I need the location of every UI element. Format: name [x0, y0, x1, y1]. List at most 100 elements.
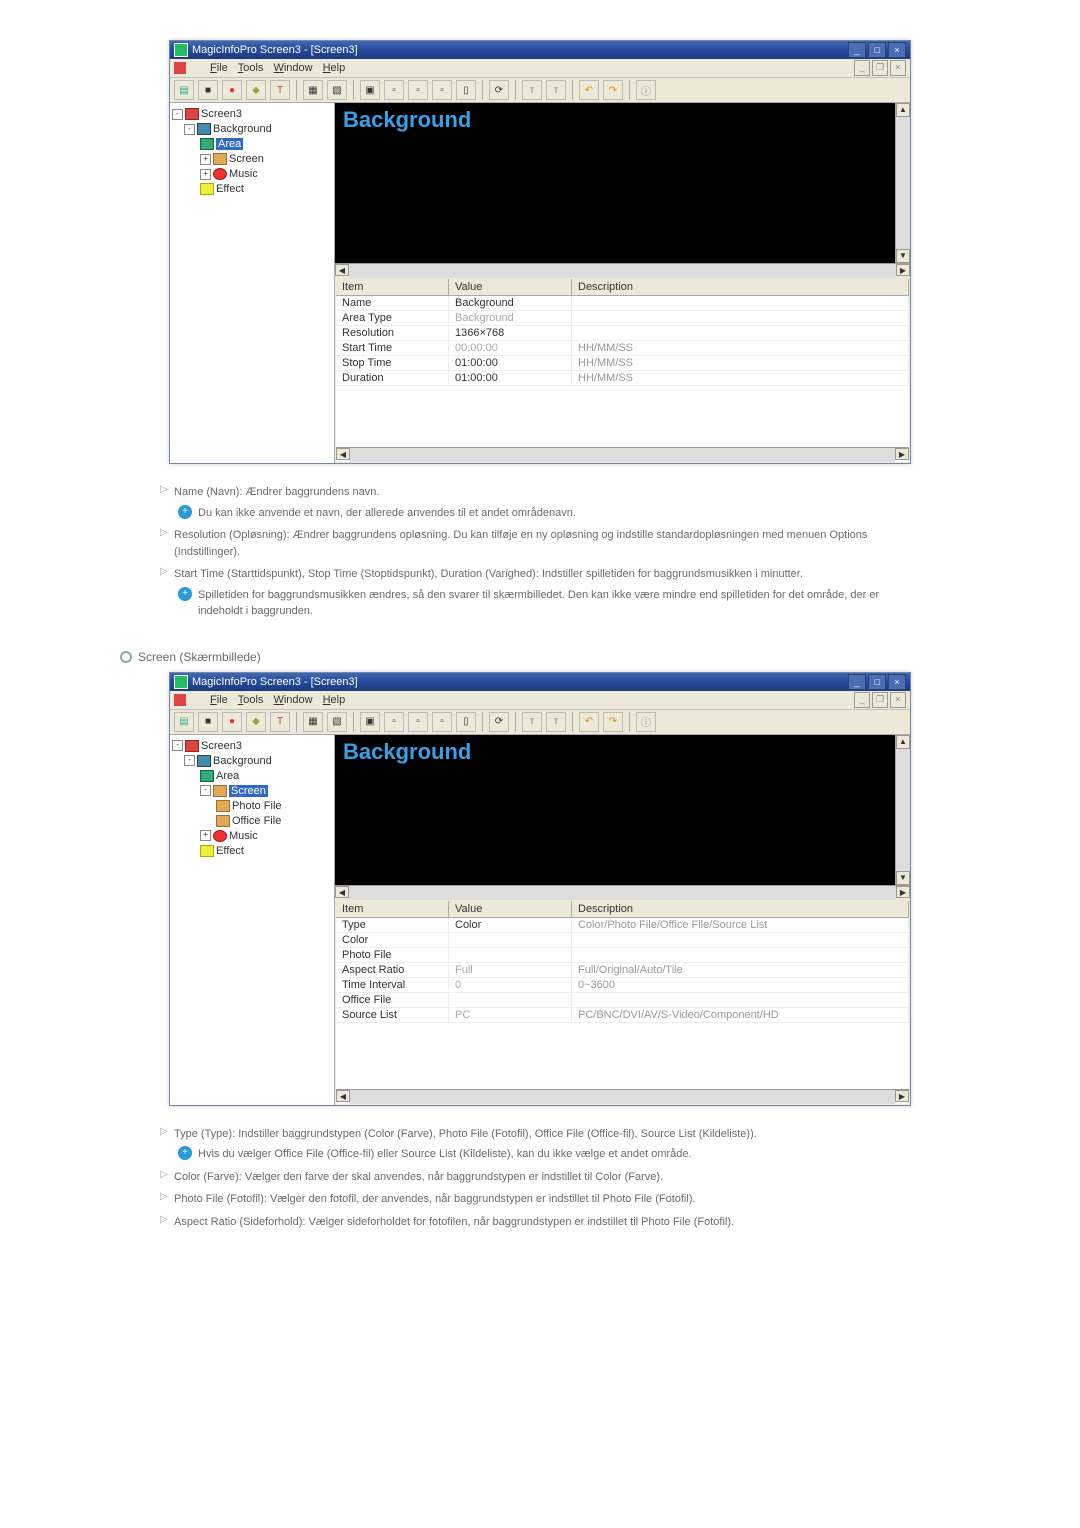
preview-area: Background	[335, 103, 895, 263]
toolbar-icon[interactable]: ▤	[174, 80, 194, 100]
menu-tools[interactable]: Tools	[238, 62, 264, 74]
header-description: Description	[572, 901, 909, 917]
toolbar-icon[interactable]: ᴛ	[546, 712, 566, 732]
menu-file[interactable]: File	[210, 694, 228, 706]
toolbar: ▤ ■ ● ◆ T ▦ ▧ ▣ ▫ ▫ ▫ ▯ ⟳ ᴛ ᴛ ↶ ↷ ⓘ	[170, 78, 910, 103]
toolbar-icon[interactable]: ▦	[303, 712, 323, 732]
tree-area[interactable]: Area	[172, 137, 332, 152]
toolbar-icon[interactable]: ᴛ	[522, 80, 542, 100]
vertical-scrollbar[interactable]: ▲▼	[895, 735, 910, 885]
preview-area: Background	[335, 735, 895, 885]
tree-office-file[interactable]: Office File	[172, 814, 332, 829]
toolbar-icon[interactable]: ▯	[456, 80, 476, 100]
tree-root[interactable]: -Screen3	[172, 107, 332, 122]
mdi-restore-button[interactable]: ❐	[872, 60, 888, 76]
property-row[interactable]: Time Interval00~3600	[336, 978, 909, 993]
property-row[interactable]: Source ListPCPC/BNC/DVI/AV/S-Video/Compo…	[336, 1008, 909, 1023]
property-row[interactable]: Photo File	[336, 948, 909, 963]
toolbar-icon[interactable]: ▦	[303, 80, 323, 100]
menu-help[interactable]: Help	[323, 694, 346, 706]
horizontal-scrollbar[interactable]: ◀▶	[336, 1089, 909, 1104]
property-header: Item Value Description	[336, 279, 909, 296]
toolbar-icon[interactable]: ▣	[360, 712, 380, 732]
toolbar-icon[interactable]: ▣	[360, 80, 380, 100]
horizontal-scrollbar[interactable]: ◀▶	[335, 263, 910, 278]
doc-resolution: ▷ Resolution (Opløsning): Ændrer baggrun…	[160, 527, 920, 560]
toolbar-icon[interactable]: ●	[222, 712, 242, 732]
toolbar-icon[interactable]: ⟳	[489, 712, 509, 732]
plus-icon: +	[178, 587, 192, 601]
menu-tools[interactable]: Tools	[238, 694, 264, 706]
toolbar-icon[interactable]: T	[270, 712, 290, 732]
mdi-close-button[interactable]: ×	[890, 692, 906, 708]
menubar: File Tools Window Help	[190, 694, 345, 706]
redo-icon[interactable]: ↷	[603, 712, 623, 732]
close-button[interactable]: ×	[888, 42, 906, 58]
vertical-scrollbar[interactable]: ▲▼	[895, 103, 910, 263]
redo-icon[interactable]: ↷	[603, 80, 623, 100]
property-row[interactable]: Start Time00:00:00HH/MM/SS	[336, 341, 909, 356]
tree-photo-file[interactable]: Photo File	[172, 799, 332, 814]
horizontal-scrollbar[interactable]: ◀▶	[335, 885, 910, 900]
tree-screen[interactable]: -Screen	[172, 784, 332, 799]
toolbar-icon[interactable]: ▫	[432, 712, 452, 732]
info-icon[interactable]: ⓘ	[636, 712, 656, 732]
minimize-button[interactable]: _	[848, 674, 866, 690]
info-icon[interactable]: ⓘ	[636, 80, 656, 100]
mdi-restore-button[interactable]: ❐	[872, 692, 888, 708]
toolbar-icon[interactable]: ▫	[408, 80, 428, 100]
tree-effect[interactable]: Effect	[172, 844, 332, 859]
menu-file[interactable]: File	[210, 62, 228, 74]
tree-background[interactable]: -Background	[172, 122, 332, 137]
maximize-button[interactable]: □	[868, 42, 886, 58]
mdi-minimize-button[interactable]: _	[854, 692, 870, 708]
close-button[interactable]: ×	[888, 674, 906, 690]
toolbar-icon[interactable]: ▫	[384, 80, 404, 100]
property-row[interactable]: NameBackground	[336, 296, 909, 311]
toolbar-icon[interactable]: ◆	[246, 712, 266, 732]
toolbar-icon[interactable]: ▧	[327, 80, 347, 100]
toolbar-icon[interactable]: ▧	[327, 712, 347, 732]
tree-music[interactable]: +Music	[172, 829, 332, 844]
mdi-minimize-button[interactable]: _	[854, 60, 870, 76]
tree-screen[interactable]: +Screen	[172, 152, 332, 167]
menu-window[interactable]: Window	[273, 62, 312, 74]
property-row[interactable]: TypeColorColor/Photo File/Office File/So…	[336, 918, 909, 933]
toolbar-icon[interactable]: ᴛ	[546, 80, 566, 100]
app-window-1: MagicInfoPro Screen3 - [Screen3] _ □ × F…	[169, 40, 911, 464]
tree-area[interactable]: Area	[172, 769, 332, 784]
menu-window[interactable]: Window	[273, 694, 312, 706]
property-row[interactable]: Duration01:00:00HH/MM/SS	[336, 371, 909, 386]
tree-background[interactable]: -Background	[172, 754, 332, 769]
app-body: -Screen3 -Background Area -Screen Photo …	[170, 735, 910, 1105]
toolbar-icon[interactable]: ▯	[456, 712, 476, 732]
undo-icon[interactable]: ↶	[579, 712, 599, 732]
doc-time-note: + Spilletiden for baggrundsmusikken ændr…	[178, 587, 920, 620]
toolbar-icon[interactable]: ■	[198, 712, 218, 732]
property-row[interactable]: Color	[336, 933, 909, 948]
toolbar-icon[interactable]: ▤	[174, 712, 194, 732]
property-row[interactable]: Resolution1366×768	[336, 326, 909, 341]
toolbar-icon[interactable]: ■	[198, 80, 218, 100]
toolbar-icon[interactable]: ◆	[246, 80, 266, 100]
toolbar-icon[interactable]: ⟳	[489, 80, 509, 100]
maximize-button[interactable]: □	[868, 674, 886, 690]
toolbar-icon[interactable]: T	[270, 80, 290, 100]
property-row[interactable]: Area TypeBackground	[336, 311, 909, 326]
toolbar-icon[interactable]: ▫	[432, 80, 452, 100]
undo-icon[interactable]: ↶	[579, 80, 599, 100]
minimize-button[interactable]: _	[848, 42, 866, 58]
mdi-close-button[interactable]: ×	[890, 60, 906, 76]
toolbar-icon[interactable]: ●	[222, 80, 242, 100]
property-row[interactable]: Stop Time01:00:00HH/MM/SS	[336, 356, 909, 371]
property-row[interactable]: Aspect RatioFullFull/Original/Auto/Tile	[336, 963, 909, 978]
toolbar-icon[interactable]: ▫	[408, 712, 428, 732]
toolbar-icon[interactable]: ▫	[384, 712, 404, 732]
tree-root[interactable]: -Screen3	[172, 739, 332, 754]
tree-music[interactable]: +Music	[172, 167, 332, 182]
toolbar-icon[interactable]: ᴛ	[522, 712, 542, 732]
tree-effect[interactable]: Effect	[172, 182, 332, 197]
menu-help[interactable]: Help	[323, 62, 346, 74]
property-row[interactable]: Office File	[336, 993, 909, 1008]
horizontal-scrollbar[interactable]: ◀▶	[336, 447, 909, 462]
